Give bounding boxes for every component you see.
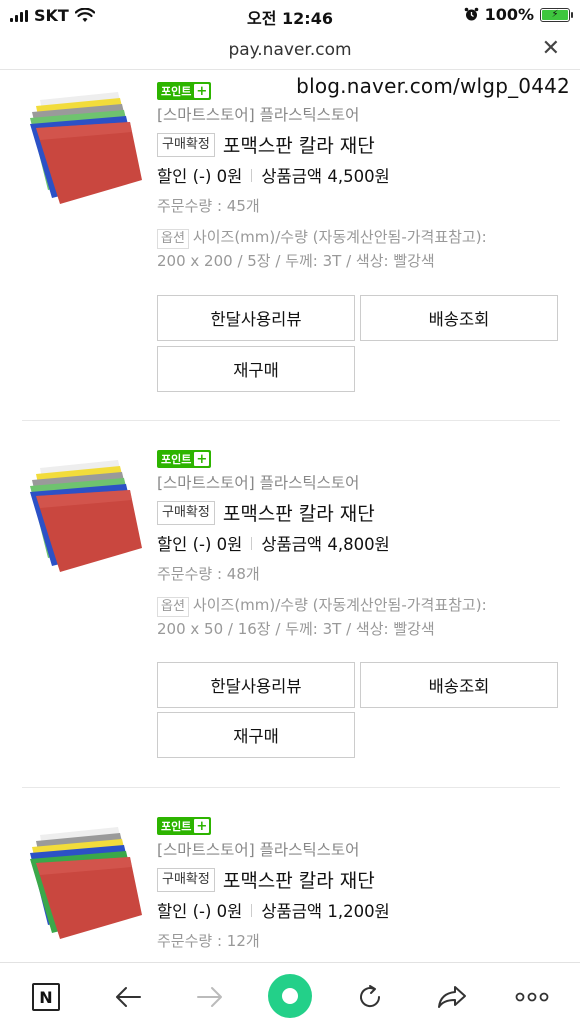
discount-text: 할인 (-) 0원 bbox=[157, 902, 243, 921]
plus-icon: + bbox=[194, 84, 210, 99]
refresh-icon[interactable] bbox=[350, 977, 390, 1017]
option-line1: 사이즈(mm)/수량 (자동계산안됨-가격표참고): bbox=[192, 228, 487, 246]
point-badge: 포인트 + bbox=[157, 450, 212, 468]
confirm-badge: 구매확정 bbox=[157, 500, 215, 525]
battery-icon: ⚡ bbox=[540, 7, 573, 22]
title-row: 구매확정 포맥스판 칼라 재단 bbox=[157, 131, 557, 158]
close-icon[interactable]: ✕ bbox=[542, 38, 560, 60]
amount-text: 상품금액 1,200원 bbox=[261, 902, 390, 921]
delivery-tracking-button[interactable]: 배송조회 bbox=[360, 295, 558, 341]
option-badge: 옵션 bbox=[157, 229, 189, 249]
plus-icon: + bbox=[194, 452, 210, 467]
order-item: 포인트 + [스마트스토어] 플라스틱스토어 구매확정 포맥스판 칼라 재단 할인… bbox=[22, 815, 560, 962]
discount-text: 할인 (-) 0원 bbox=[157, 535, 243, 554]
store-name[interactable]: [스마트스토어] 플라스틱스토어 bbox=[157, 471, 557, 493]
review-button[interactable]: 한달사용리뷰 bbox=[157, 295, 355, 341]
price-row: 할인 (-) 0원 상품금액 4,500원 bbox=[157, 163, 557, 187]
option-text: 옵션 사이즈(mm)/수량 (자동계산안됨-가격표참고): 200 x 50 / … bbox=[157, 593, 557, 641]
title-row: 구매확정 포맥스판 칼라 재단 bbox=[157, 866, 557, 893]
order-info: 포인트 + [스마트스토어] 플라스틱스토어 구매확정 포맥스판 칼라 재단 할인… bbox=[157, 80, 557, 273]
share-icon[interactable] bbox=[432, 977, 472, 1017]
divider bbox=[22, 420, 560, 421]
rebuy-button[interactable]: 재구매 bbox=[157, 346, 355, 392]
price-row: 할인 (-) 0원 상품금액 1,200원 bbox=[157, 898, 557, 922]
store-name[interactable]: [스마트스토어] 플라스틱스토어 bbox=[157, 838, 557, 860]
quantity-text: 주문수량 : 12개 bbox=[157, 932, 260, 950]
order-info: 포인트 + [스마트스토어] 플라스틱스토어 구매확정 포맥스판 칼라 재단 할인… bbox=[157, 448, 557, 641]
option-badge: 옵션 bbox=[157, 597, 189, 617]
store-name[interactable]: [스마트스토어] 플라스틱스토어 bbox=[157, 103, 557, 125]
more-icon[interactable] bbox=[512, 977, 552, 1017]
product-thumbnail[interactable] bbox=[22, 823, 144, 941]
amount-text: 상품금액 4,500원 bbox=[261, 167, 390, 186]
url-text[interactable]: pay.naver.com bbox=[0, 40, 580, 60]
status-right: 100% ⚡ bbox=[464, 5, 573, 24]
title-row: 구매확정 포맥스판 칼라 재단 bbox=[157, 499, 557, 526]
amount-text: 상품금액 4,800원 bbox=[261, 535, 390, 554]
product-name[interactable]: 포맥스판 칼라 재단 bbox=[223, 866, 375, 893]
back-arrow-icon[interactable] bbox=[108, 977, 148, 1017]
product-name[interactable]: 포맥스판 칼라 재단 bbox=[223, 499, 375, 526]
point-badge: 포인트 + bbox=[157, 82, 212, 100]
option-line1: 사이즈(mm)/수량 (자동계산안됨-가격표참고): bbox=[192, 596, 487, 614]
battery-percent: 100% bbox=[484, 5, 534, 24]
green-dot-icon[interactable] bbox=[268, 974, 312, 1018]
plus-icon: + bbox=[194, 819, 210, 834]
product-name[interactable]: 포맥스판 칼라 재단 bbox=[223, 131, 375, 158]
option-line2: 200 x 200 / 5장 / 두께: 3T / 색상: 빨강색 bbox=[157, 252, 435, 270]
delivery-tracking-button[interactable]: 배송조회 bbox=[360, 662, 558, 708]
option-text: 옵션 사이즈(mm)/수량 (자동계산안됨-가격표참고): 200 x 200 /… bbox=[157, 225, 557, 273]
alarm-icon bbox=[464, 7, 478, 21]
naver-n-icon[interactable]: N bbox=[26, 977, 66, 1017]
confirm-badge: 구매확정 bbox=[157, 867, 215, 892]
status-bar: SKT 오전 12:46 100% ⚡ bbox=[0, 0, 580, 30]
quantity-text: 주문수량 : 45개 bbox=[157, 197, 260, 215]
browser-url-bar: pay.naver.com ✕ bbox=[0, 30, 580, 70]
option-line2: 200 x 50 / 16장 / 두께: 3T / 색상: 빨강색 bbox=[157, 620, 435, 638]
watermark: blog.naver.com/wlgp_0442 bbox=[296, 74, 570, 98]
separator bbox=[251, 168, 253, 182]
product-thumbnail[interactable] bbox=[22, 88, 144, 206]
separator bbox=[251, 903, 253, 917]
review-button[interactable]: 한달사용리뷰 bbox=[157, 662, 355, 708]
forward-arrow-icon[interactable] bbox=[190, 977, 230, 1017]
confirm-badge: 구매확정 bbox=[157, 132, 215, 157]
quantity-text: 주문수량 : 48개 bbox=[157, 565, 260, 583]
divider bbox=[22, 787, 560, 788]
separator bbox=[251, 536, 253, 550]
price-row: 할인 (-) 0원 상품금액 4,800원 bbox=[157, 531, 557, 555]
bottom-toolbar: N bbox=[0, 962, 580, 1031]
point-badge: 포인트 + bbox=[157, 817, 212, 835]
rebuy-button[interactable]: 재구매 bbox=[157, 712, 355, 758]
order-info: 포인트 + [스마트스토어] 플라스틱스토어 구매확정 포맥스판 칼라 재단 할인… bbox=[157, 815, 557, 951]
product-thumbnail[interactable] bbox=[22, 456, 144, 574]
discount-text: 할인 (-) 0원 bbox=[157, 167, 243, 186]
